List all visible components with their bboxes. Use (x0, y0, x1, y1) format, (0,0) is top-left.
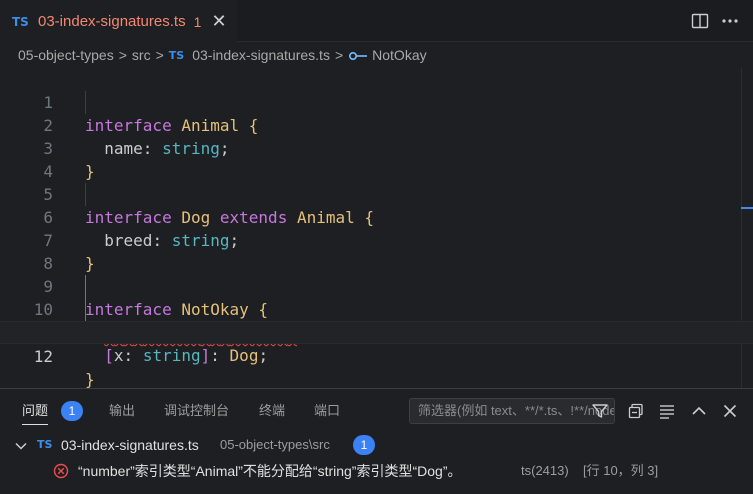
typescript-file-icon: TS (37, 438, 53, 451)
code-line: 9 interface NotOkay { (0, 252, 753, 319)
chevron-right-icon: > (118, 47, 127, 63)
tab-debug-console[interactable]: 调试控制台 (164, 389, 229, 433)
tab-terminal[interactable]: 终端 (259, 389, 285, 433)
code-line-current: 12 } (0, 321, 753, 389)
line-content: [x: string]: Dog; (104, 346, 269, 365)
tab-output[interactable]: 输出 (109, 389, 135, 433)
breadcrumb-folder-src[interactable]: src (132, 47, 151, 63)
editor-tab-active[interactable]: TS 03-index-signatures.ts 1 ✕ (0, 0, 237, 42)
line-number: 12 (33, 347, 53, 366)
tab-problems[interactable]: 问题 (22, 389, 49, 433)
code-line: 8 (0, 229, 753, 273)
code-line: 6 breed: string; (0, 183, 753, 250)
breadcrumb: 05-object-types > src > TS 03-index-sign… (0, 42, 753, 68)
close-panel-icon[interactable] (720, 401, 740, 421)
collapse-all-icon[interactable] (626, 401, 646, 421)
chevron-right-icon: > (155, 47, 164, 63)
code-line: 5 interface Dog extends Animal { (0, 160, 753, 227)
more-icon[interactable] (720, 11, 740, 31)
tab-ports[interactable]: 端口 (314, 389, 340, 433)
code-line: 11 [x: string]: Dog; (0, 298, 753, 365)
problem-file-path: 05-object-types\src (220, 437, 330, 452)
tab-problem-count: 1 (193, 13, 202, 30)
problem-code: ts(2413) (521, 463, 569, 478)
code-editor[interactable]: 1 interface Animal { 2 name: string; 3 }… (0, 68, 753, 389)
chevron-down-icon[interactable] (14, 439, 28, 453)
interface-symbol-icon (349, 51, 368, 61)
panel-tabs: 问题 1 输出 调试控制台 终端 端口 筛选器(例如 text、**/*.ts、… (0, 389, 753, 433)
split-editor-icon[interactable] (690, 11, 710, 31)
problems-file-group[interactable]: TS 03-index-signatures.ts 05-object-type… (0, 432, 753, 458)
code-line: 2 name: string; (0, 91, 753, 158)
problem-file-name: 03-index-signatures.ts (61, 437, 199, 453)
file-problem-count-badge: 1 (353, 435, 375, 455)
code-line-error: 10 [x: number]: Animal; (0, 275, 753, 342)
problems-filter-input[interactable]: 筛选器(例如 text、**/*.ts、!**/node_modules/**) (409, 398, 615, 424)
view-as-list-icon[interactable] (657, 401, 677, 421)
maximize-panel-icon[interactable] (689, 401, 709, 421)
code-line: 7 } (0, 206, 753, 273)
problem-message: “number”索引类型“Animal”不能分配给“string”索引类型“Do… (78, 463, 462, 479)
bottom-panel: 问题 1 输出 调试控制台 终端 端口 筛选器(例如 text、**/*.ts、… (0, 388, 753, 494)
filter-icon[interactable] (590, 401, 610, 421)
problems-count-badge: 1 (61, 401, 83, 421)
editor-tab-bar: TS 03-index-signatures.ts 1 ✕ (0, 0, 753, 42)
error-icon (53, 463, 69, 479)
code-line: 4 (0, 137, 753, 181)
typescript-file-icon: TS (168, 48, 185, 62)
breadcrumb-folder-object-types[interactable]: 05-object-types (18, 47, 114, 63)
problem-item[interactable]: “number”索引类型“Animal”不能分配给“string”索引类型“Do… (0, 458, 753, 484)
chevron-right-icon: > (334, 47, 344, 63)
code-line: 3 } (0, 114, 753, 181)
breadcrumb-symbol[interactable]: NotOkay (372, 47, 426, 63)
typescript-file-icon: TS (12, 14, 29, 29)
breadcrumb-file[interactable]: 03-index-signatures.ts (192, 47, 330, 63)
problem-location: [行 10，列 3] (583, 463, 659, 478)
code-line: 1 interface Animal { (0, 68, 753, 135)
close-tab-icon[interactable]: ✕ (209, 11, 229, 31)
tab-filename: 03-index-signatures.ts (38, 13, 186, 30)
